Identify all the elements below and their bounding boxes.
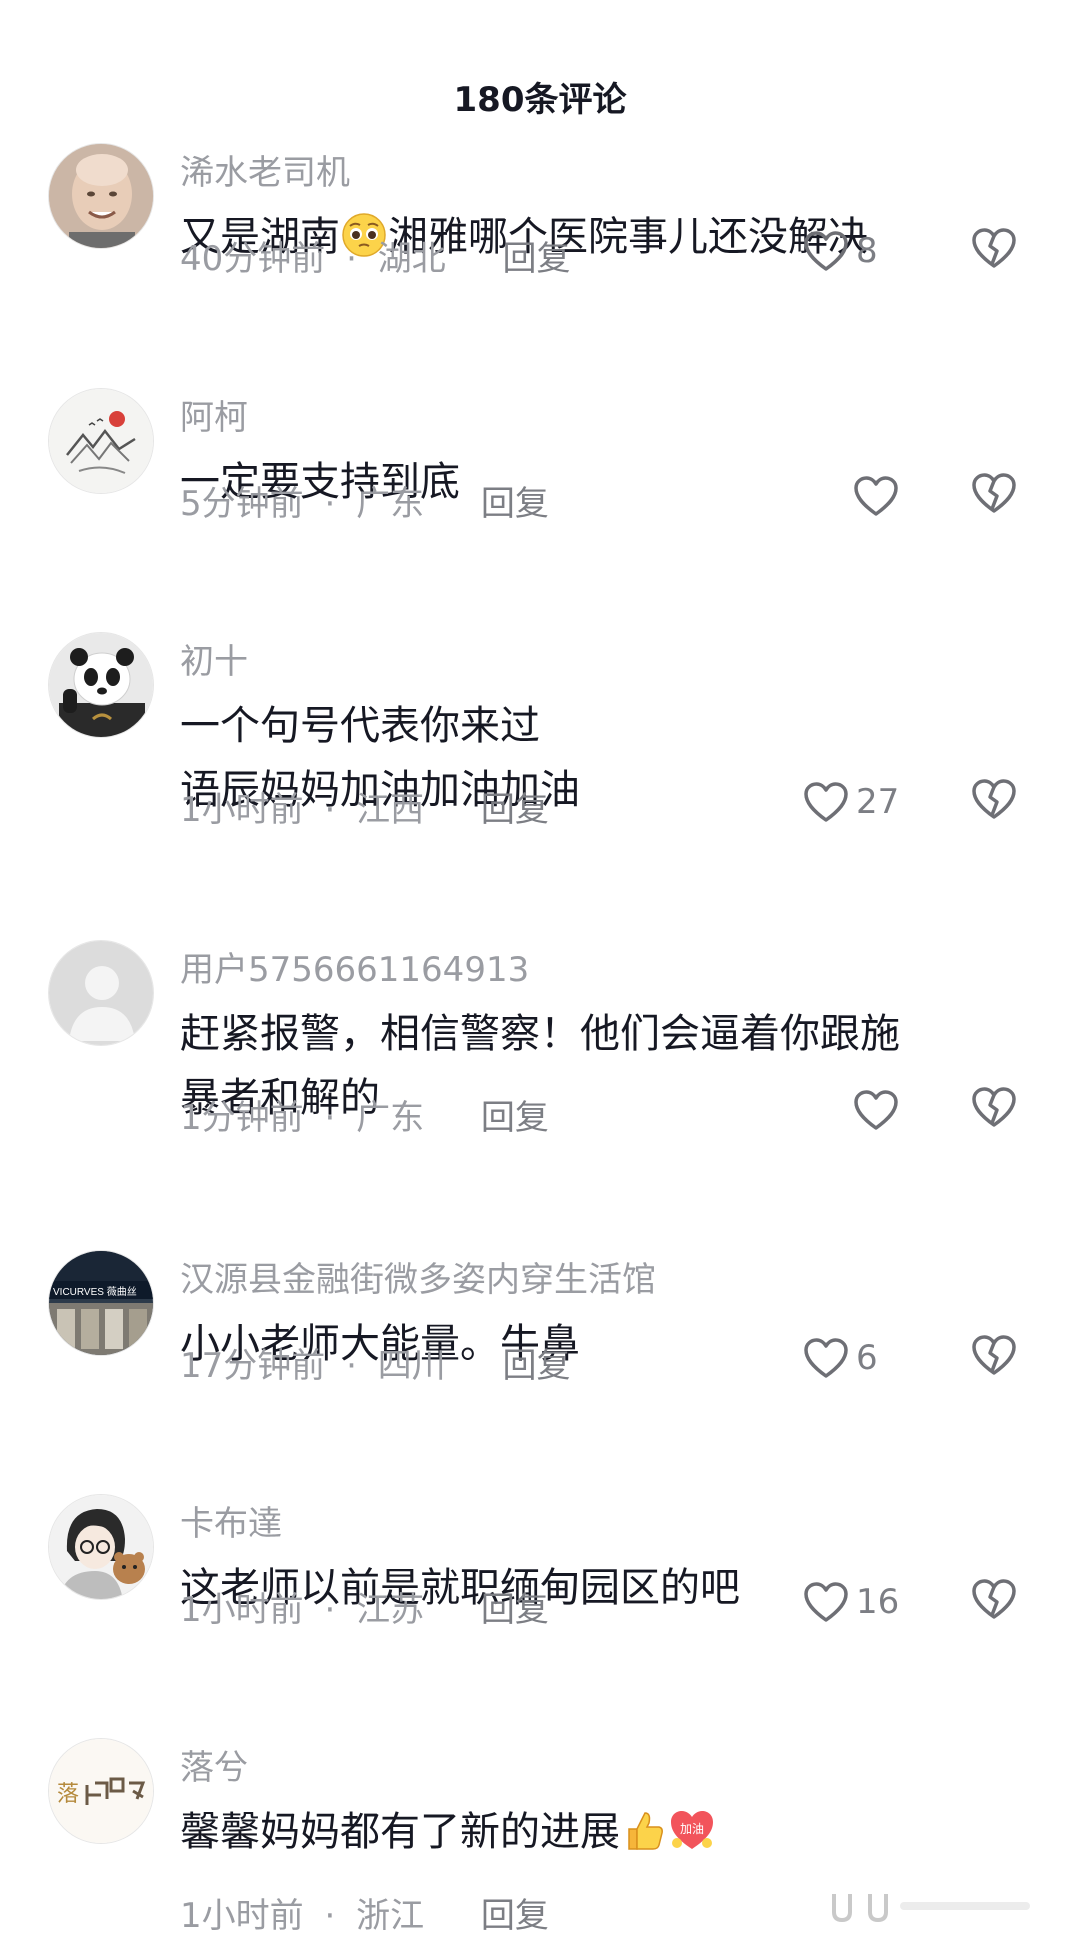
dislike-button[interactable] [970,1577,1020,1627]
comment-username[interactable]: 卡布達 [180,1496,282,1545]
storefront-sign-text: VICURVES 薇曲丝 [53,1286,137,1298]
comment-meta: 1小时前 · 江西 回复 [180,782,549,831]
reply-button[interactable]: 回复 [481,1888,549,1937]
comment-time: 5分钟前 [180,484,304,524]
dislike-button[interactable] [970,777,1020,827]
comment-username[interactable]: 浠水老司机 [180,145,350,194]
heart-icon [804,1338,848,1378]
calligraphy-avatar[interactable]: 落 [48,1738,154,1844]
heart-icon [804,231,848,271]
jiayou-heart-emoji-icon: 加油 [669,1807,715,1853]
reply-button[interactable]: 回复 [481,782,549,831]
broken-heart-icon [972,473,1016,513]
comment-text-line: 赶紧报警，相信警察！他们会逼着你跟施 [180,1011,900,1057]
heart-icon [854,476,898,516]
comment-location: 湖北 [377,239,446,279]
storefront-avatar[interactable]: VICURVES 薇曲丝 [48,1250,154,1356]
dislike-button[interactable] [970,226,1020,276]
bald-man-avatar[interactable] [48,143,154,249]
comment-location: 广东 [356,1098,425,1138]
like-button[interactable]: 27 [802,777,899,827]
comments-header: 180条评论 [0,0,1080,190]
reply-button[interactable]: 回复 [481,476,549,525]
comment-meta: 1分钟前 · 广东 回复 [180,1090,549,1139]
comment-location: 江苏 [356,1590,425,1630]
broken-heart-icon [972,1335,1016,1375]
meta-separator: · [324,1098,336,1138]
broken-heart-icon [972,1087,1016,1127]
jiayou-heart-text: 加油 [680,1822,704,1836]
reply-button[interactable]: 回复 [503,231,571,280]
meta-separator: · [324,1896,336,1936]
like-count: 8 [856,231,878,271]
comment-location: 浙江 [356,1896,425,1936]
default-user-avatar[interactable] [48,940,154,1046]
comment-location: 广东 [356,484,425,524]
meta-separator: · [346,239,357,279]
like-button[interactable] [852,471,906,521]
comment-meta: 40分钟前 · 湖北 回复 [180,231,571,280]
broken-heart-icon [972,1579,1016,1619]
dislike-button[interactable] [970,471,1020,521]
comment-text-line: 一个句号代表你来过 [180,703,540,749]
reply-button[interactable]: 回复 [481,1582,549,1631]
like-button[interactable] [852,1085,906,1135]
comment-time: 17分钟前 [180,1346,326,1386]
cartoon-boy-avatar[interactable] [48,1494,154,1600]
comment-location: 江西 [356,790,425,830]
thumbs-up-emoji-icon [621,1807,667,1853]
comment-time: 1小时前 [180,1590,304,1630]
heart-icon [804,782,848,822]
comment-time: 40分钟前 [180,239,326,279]
like-count: 6 [856,1338,878,1378]
like-button[interactable]: 8 [802,226,878,276]
dislike-button[interactable] [970,1333,1020,1383]
panda-avatar[interactable] [48,632,154,738]
meta-separator: · [346,1346,357,1386]
broken-heart-icon [972,228,1016,268]
comment-text-part: 馨馨妈妈都有了新的进展 [180,1809,620,1855]
heart-icon [854,1090,898,1130]
comment-time: 1小时前 [180,790,304,830]
comment-username[interactable]: 落兮 [180,1740,248,1789]
comments-count-title: 180条评论 [453,80,627,120]
comment-meta: 17分钟前 · 四川 回复 [180,1338,571,1387]
comment-time: 1分钟前 [180,1098,304,1138]
like-count: 16 [856,1582,900,1622]
comment-username[interactable]: 汉源县金融街微多姿内穿生活馆 [180,1252,656,1301]
like-count: 27 [856,782,900,822]
landscape-painting-avatar[interactable] [48,388,154,494]
like-button[interactable]: 6 [802,1333,878,1383]
comment-username[interactable]: 初十 [180,634,248,683]
comment-meta: 1小时前 · 浙江 回复 [180,1888,549,1937]
comment-time: 1小时前 [180,1896,304,1936]
comment-username[interactable]: 阿柯 [180,390,248,439]
watermark-overlay [800,1892,1040,1923]
dislike-button[interactable] [970,1085,1020,1135]
comment-meta: 5分钟前 · 广东 回复 [180,476,549,525]
meta-separator: · [324,790,336,830]
like-button[interactable]: 16 [802,1577,899,1627]
reply-button[interactable]: 回复 [503,1338,571,1387]
comment-text: 馨馨妈妈都有了新的进展 加油 [180,1800,1010,1864]
heart-icon [804,1582,848,1622]
calligraphy-avatar-text: 落 [57,1782,79,1807]
comment-location: 四川 [377,1346,446,1386]
meta-separator: · [324,484,336,524]
comment-username[interactable]: 用户5756661164913 [180,942,529,991]
reply-button[interactable]: 回复 [481,1090,549,1139]
broken-heart-icon [972,779,1016,819]
comment-meta: 1小时前 · 江苏 回复 [180,1582,549,1631]
meta-separator: · [324,1590,336,1630]
